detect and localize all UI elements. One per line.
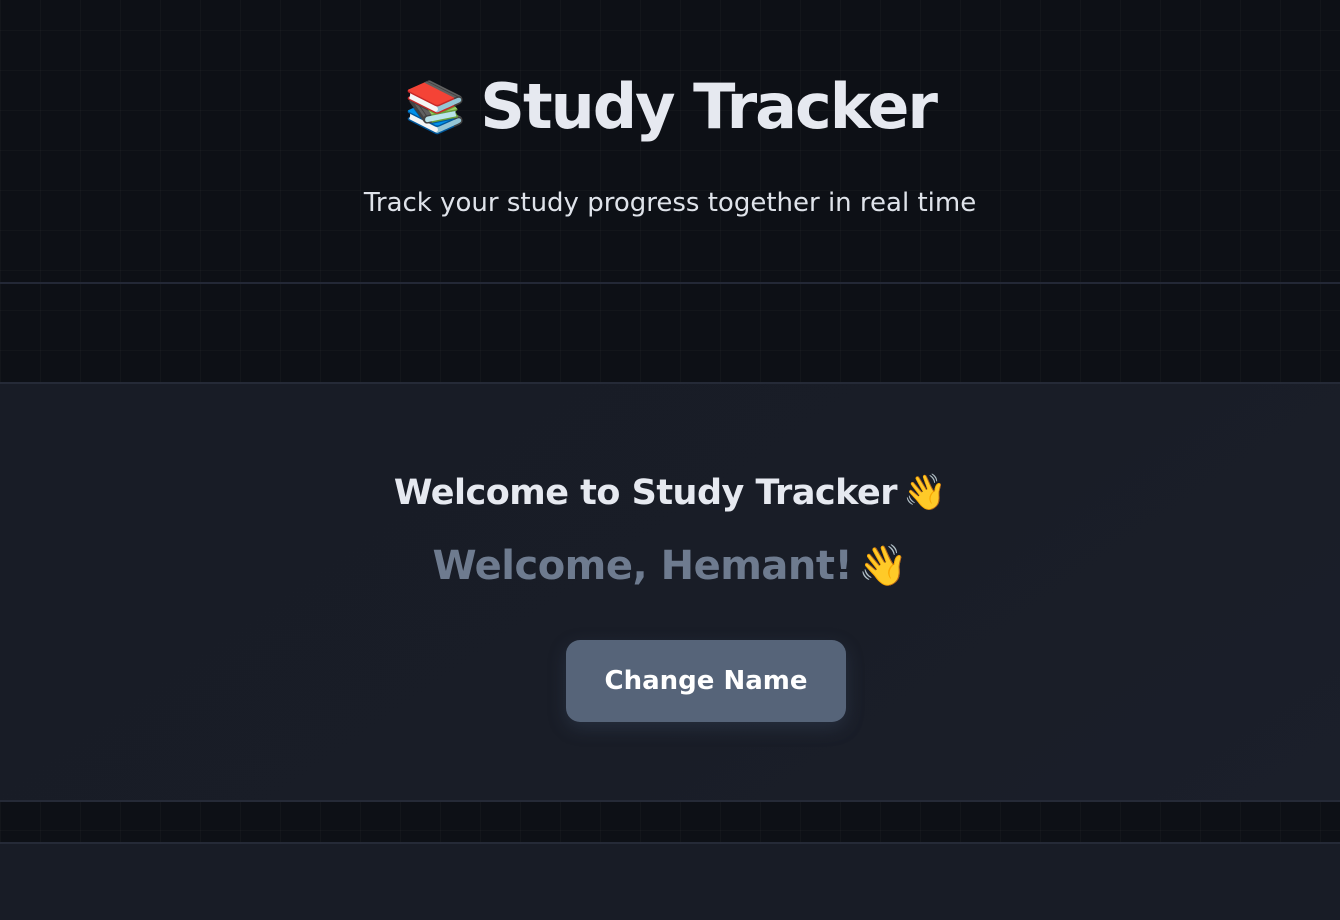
books-icon: 📚 [404,77,467,136]
welcome-heading-text: Welcome to Study Tracker [393,473,898,513]
welcome-card: Welcome to Study Tracker 👋 Welcome, Heman… [0,382,1340,802]
next-section [0,842,1340,920]
welcome-heading: Welcome to Study Tracker 👋 [0,472,1340,513]
page-subtitle: Track your study progress together in re… [363,188,977,218]
title-row: 📚 Study Tracker [0,70,1340,143]
change-name-button[interactable]: Change Name [566,640,846,722]
page: 📚 Study Tracker Track your study progres… [0,0,1340,920]
waving-hand-icon: 👋 [858,543,908,589]
page-header: 📚 Study Tracker Track your study progres… [0,0,1340,284]
user-greeting: Welcome, Hemant! 👋 [0,542,1340,589]
page-title: Study Tracker [480,70,938,143]
user-greeting-text: Welcome, Hemant! [432,543,853,589]
waving-hand-icon: 👋 [903,473,947,513]
